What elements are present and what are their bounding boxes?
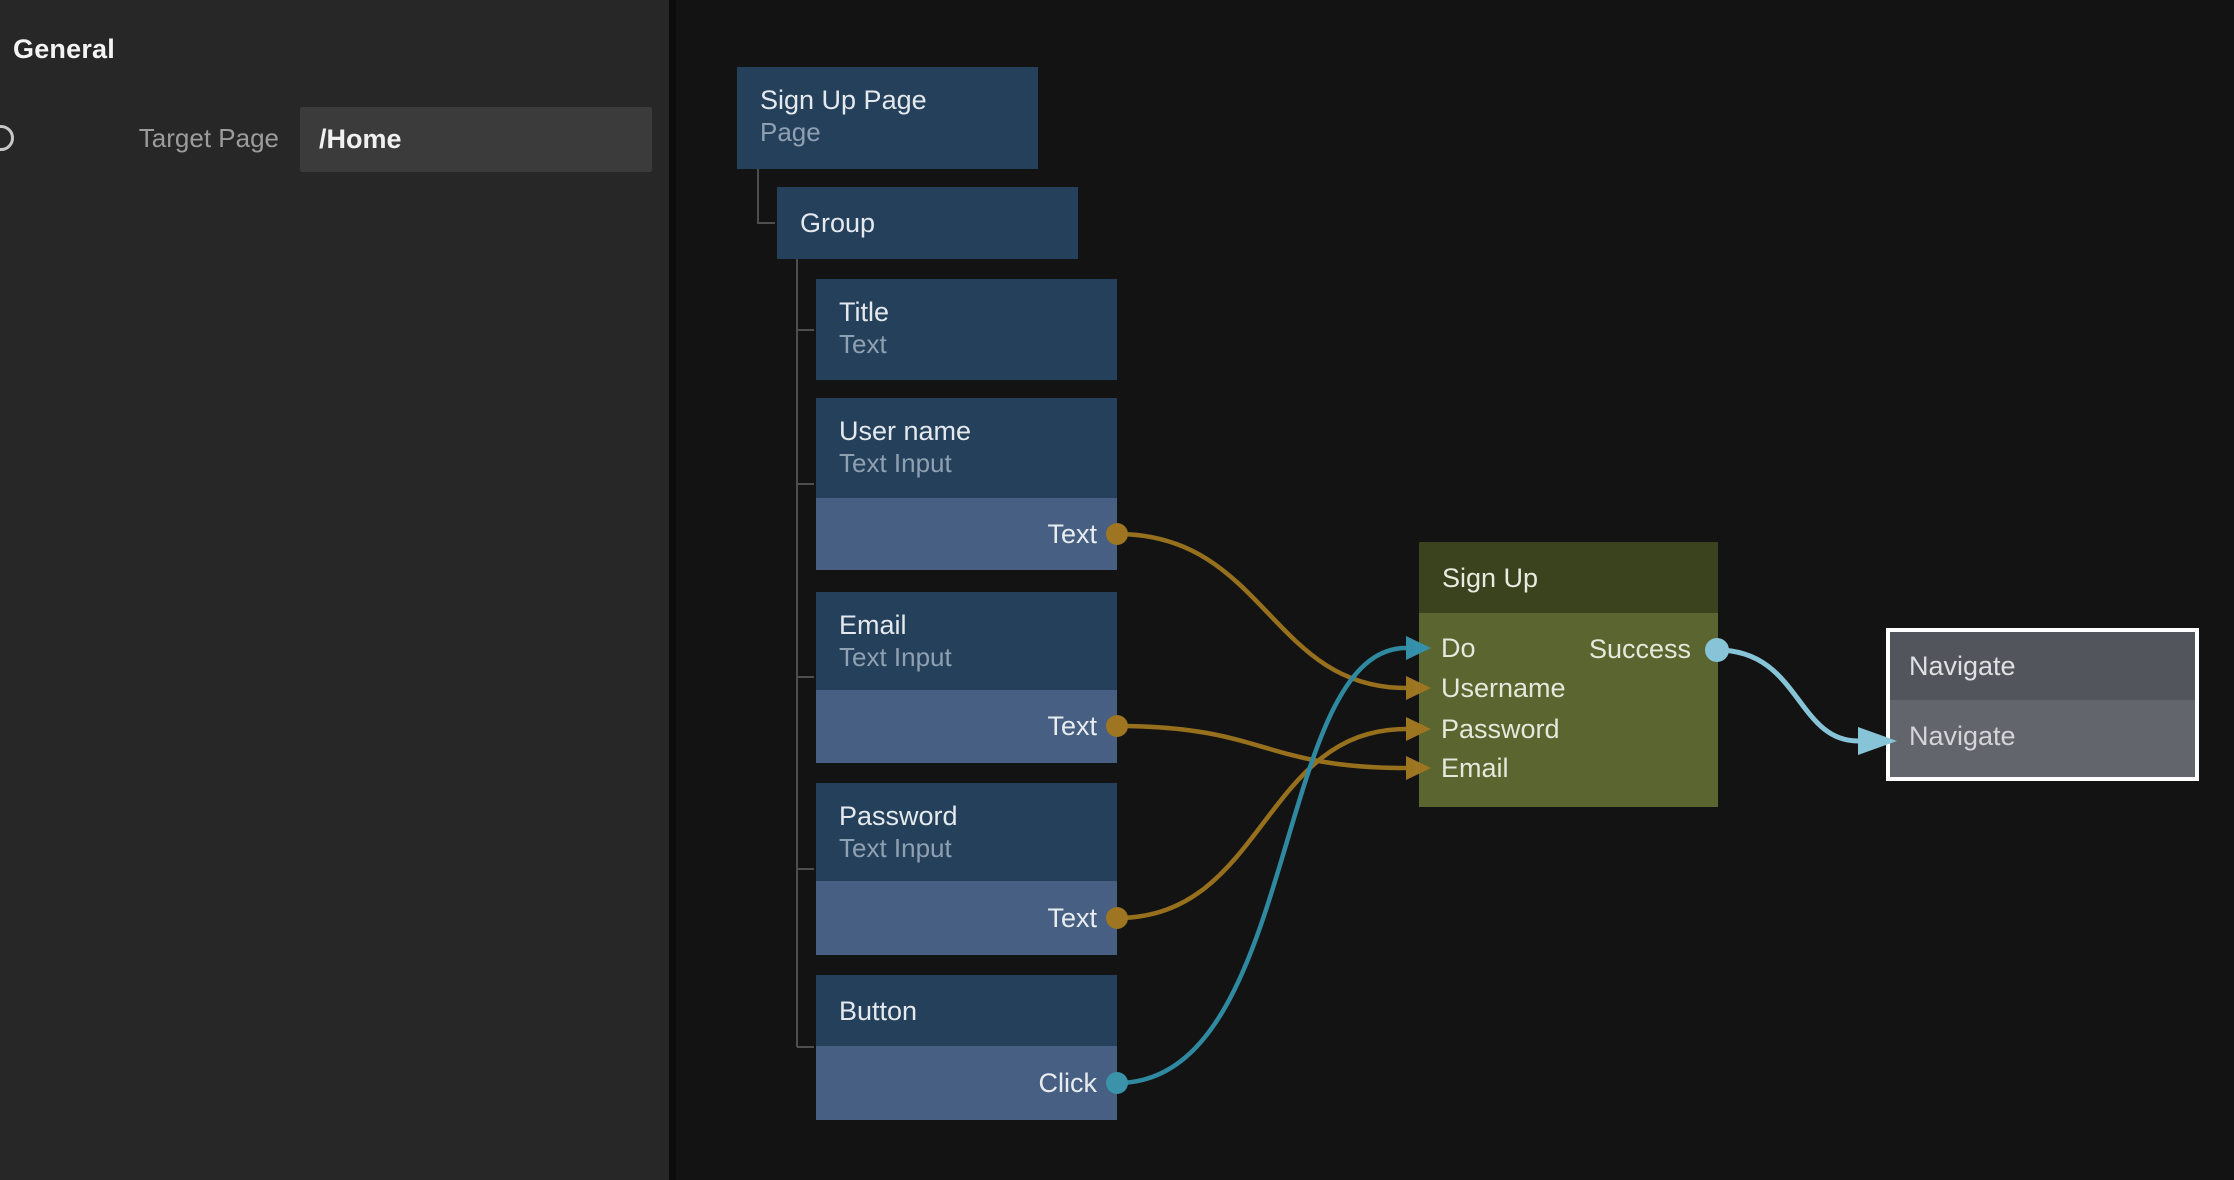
port-label-text: Text [1047, 519, 1097, 550]
input-port-navigate[interactable]: Navigate [1890, 700, 2195, 773]
port-label-text: Text [1047, 903, 1097, 934]
node-navigate[interactable]: Navigate Navigate [1886, 628, 2199, 781]
output-port-row[interactable]: Click [816, 1046, 1117, 1120]
node-subtitle: Text Input [839, 642, 1117, 673]
wire-password-text-to-signup-password[interactable] [1117, 729, 1406, 918]
target-page-label: Target Page [90, 123, 279, 154]
input-port-email[interactable]: Email [1441, 751, 1509, 785]
node-subtitle: Text [839, 329, 1117, 360]
node-subtitle: Text Input [839, 448, 1117, 479]
node-button[interactable]: Button Click [816, 975, 1117, 1120]
port-label-click: Click [1039, 1068, 1098, 1099]
node-user-name[interactable]: User name Text Input Text [816, 398, 1117, 570]
property-connector-circle-icon[interactable] [0, 125, 14, 151]
wire-username-text-to-signup-username[interactable] [1117, 534, 1406, 688]
port-label-text: Text [1047, 711, 1097, 742]
node-subtitle: Text Input [839, 833, 1117, 864]
node-title: Navigate [1909, 651, 2016, 682]
node-title: Button [839, 994, 917, 1028]
node-subtitle: Page [760, 117, 1038, 148]
input-port-username[interactable]: Username [1441, 671, 1566, 705]
output-port-row[interactable]: Text [816, 690, 1117, 763]
target-page-input[interactable] [300, 107, 652, 172]
output-port-success[interactable]: Success [1589, 632, 1691, 666]
panel-section-title: General [13, 34, 115, 65]
node-sign-up[interactable]: Sign Up Do Username Password Email Succe… [1419, 542, 1718, 807]
port-label-navigate: Navigate [1909, 721, 2016, 752]
properties-panel: General Target Page [0, 0, 669, 1180]
node-title-text[interactable]: Title Text [816, 279, 1117, 380]
node-group[interactable]: Group [777, 187, 1078, 259]
node-title: Sign Up Page [760, 83, 1038, 117]
node-title: Email [839, 608, 1117, 642]
node-title: Group [800, 206, 875, 240]
node-password[interactable]: Password Text Input Text [816, 783, 1117, 955]
output-port-row[interactable]: Text [816, 498, 1117, 570]
wire-email-text-to-signup-email[interactable] [1117, 726, 1406, 768]
tree-connector-stubs [797, 330, 814, 1047]
node-sign-up-page[interactable]: Sign Up Page Page [737, 67, 1038, 169]
node-title: User name [839, 414, 1117, 448]
input-port-do[interactable]: Do [1441, 631, 1476, 665]
panel-divider [669, 0, 676, 1180]
node-title: Title [839, 295, 1117, 329]
input-port-password[interactable]: Password [1441, 712, 1560, 746]
node-email[interactable]: Email Text Input Text [816, 592, 1117, 763]
wire-button-click-to-signup-do[interactable] [1117, 648, 1406, 1083]
node-title: Sign Up [1442, 561, 1538, 595]
node-title: Password [839, 799, 1117, 833]
wire-signup-success-to-navigate[interactable] [1717, 650, 1858, 741]
tree-connector-page-group [758, 169, 775, 223]
output-port-row[interactable]: Text [816, 881, 1117, 955]
